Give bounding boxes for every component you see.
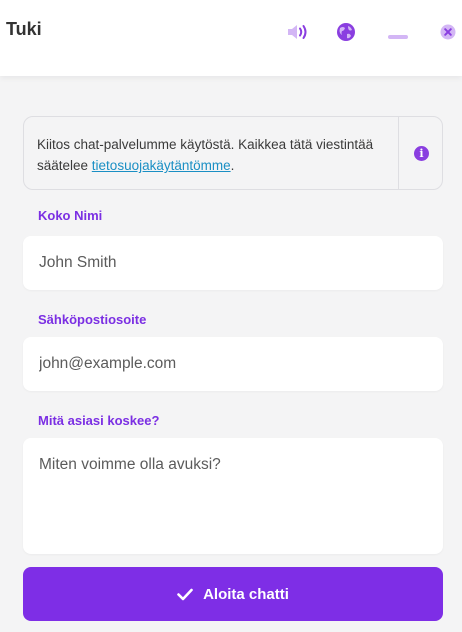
globe-icon	[337, 23, 355, 41]
email-input[interactable]	[23, 337, 443, 391]
minimize-button[interactable]	[386, 20, 410, 44]
name-label: Koko Nimi	[38, 208, 103, 223]
close-button[interactable]	[436, 20, 460, 44]
topic-label: Mitä asiasi koskee?	[38, 413, 160, 428]
privacy-policy-link[interactable]: tietosuojakäytäntömme	[92, 158, 231, 173]
topic-textarea[interactable]	[23, 438, 443, 554]
start-chat-button[interactable]: Aloita chatti	[23, 567, 443, 621]
close-icon	[440, 24, 456, 40]
sound-toggle-button[interactable]	[286, 20, 310, 44]
speaker-icon	[288, 25, 307, 39]
header-title: Tuki	[6, 19, 42, 39]
email-label: Sähköpostiosoite	[38, 312, 147, 327]
full-name-input[interactable]	[23, 236, 443, 290]
minimize-icon	[388, 35, 408, 39]
notice-text-after: .	[230, 158, 235, 173]
check-icon	[177, 588, 193, 600]
chat-header: Tuki	[0, 0, 462, 76]
privacy-notice-text: Kiitos chat-palvelumme käytöstä. Kaikkea…	[37, 134, 387, 176]
language-button[interactable]	[334, 20, 358, 44]
privacy-notice: Kiitos chat-palvelumme käytöstä. Kaikkea…	[23, 116, 443, 190]
notice-divider	[398, 117, 399, 189]
info-icon[interactable]: i	[414, 146, 429, 161]
start-chat-label: Aloita chatti	[203, 585, 289, 603]
